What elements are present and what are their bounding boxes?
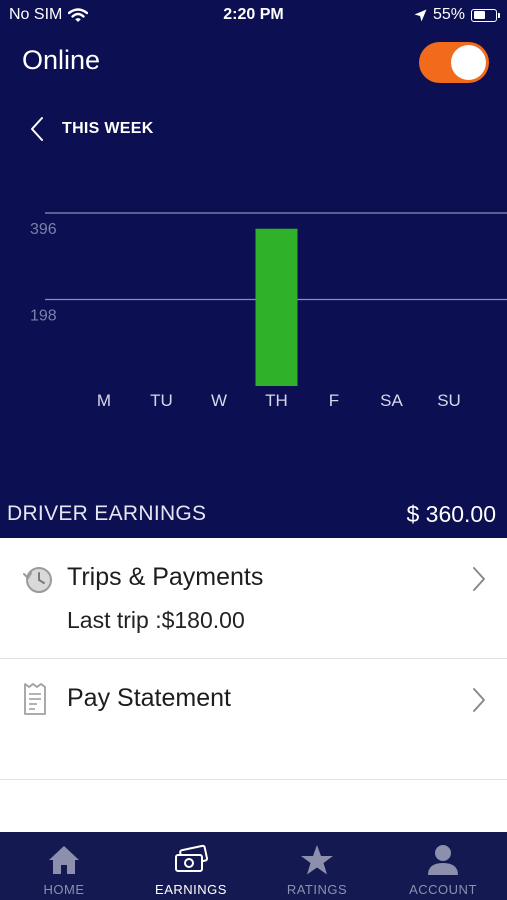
tab-ratings[interactable]: RATINGS [254, 832, 380, 900]
week-label: THIS WEEK [62, 120, 154, 137]
x-tick-label: SA [380, 391, 403, 410]
battery-fill [473, 11, 486, 19]
tab-home[interactable]: HOME [1, 832, 127, 900]
toggle-knob [451, 45, 486, 80]
star-icon [301, 845, 333, 875]
battery-icon [471, 8, 500, 22]
bar [255, 228, 298, 386]
bottom-tab-bar: HOME EARNINGS RATINGS ACCOUNT [0, 832, 507, 900]
tab-account-label: ACCOUNT [409, 882, 477, 897]
receipt-icon [24, 683, 46, 715]
earnings-header-panel: No SIM 2:20 PM 55% Online THIS WEEK 396 … [0, 0, 507, 538]
tab-earnings-label: EARNINGS [155, 882, 227, 897]
tab-account[interactable]: ACCOUNT [380, 832, 506, 900]
earnings-screen: No SIM 2:20 PM 55% Online THIS WEEK 396 … [0, 0, 507, 900]
chevron-right-icon [473, 688, 485, 712]
status-bar: No SIM 2:20 PM 55% [0, 0, 507, 32]
tab-ratings-label: RATINGS [286, 882, 348, 897]
chevron-left-icon [31, 117, 43, 141]
history-clock-icon [23, 567, 52, 593]
battery-percent: 55% [432, 6, 465, 23]
last-trip-amount: Last trip :$180.00 [67, 607, 245, 633]
pay-statement-title: Pay Statement [67, 684, 231, 712]
tab-home-label: HOME [43, 882, 85, 897]
trips-payments-row[interactable]: Trips & Payments Last trip :$180.00 [0, 538, 507, 659]
previous-week-button[interactable] [25, 114, 49, 144]
x-tick-label: TH [265, 391, 288, 410]
online-status-label: Online [22, 45, 101, 75]
status-right: 55% [414, 6, 500, 24]
x-tick-label: SU [437, 391, 461, 410]
online-toggle[interactable] [419, 42, 489, 83]
pay-statement-row[interactable]: Pay Statement [0, 659, 507, 780]
driver-earnings-amount: $ 360.00 [406, 501, 496, 527]
x-tick-label: F [329, 391, 339, 410]
x-tick-label: W [211, 391, 227, 410]
x-tick-label: TU [150, 391, 173, 410]
trips-payments-title: Trips & Payments [67, 563, 264, 591]
location-arrow-icon [414, 9, 427, 21]
weekly-earnings-chart: 396 198 M TU W TH F SA SU [30, 212, 507, 410]
tab-earnings[interactable]: EARNINGS [128, 832, 254, 900]
earnings-icon [175, 844, 208, 872]
chevron-right-icon [473, 567, 485, 591]
home-icon [49, 846, 79, 874]
x-tick-label: M [97, 391, 111, 410]
y-tick-label: 396 [30, 221, 57, 238]
account-icon [428, 845, 458, 875]
driver-earnings-label: DRIVER EARNINGS [7, 502, 207, 525]
y-tick-label: 198 [30, 308, 57, 325]
